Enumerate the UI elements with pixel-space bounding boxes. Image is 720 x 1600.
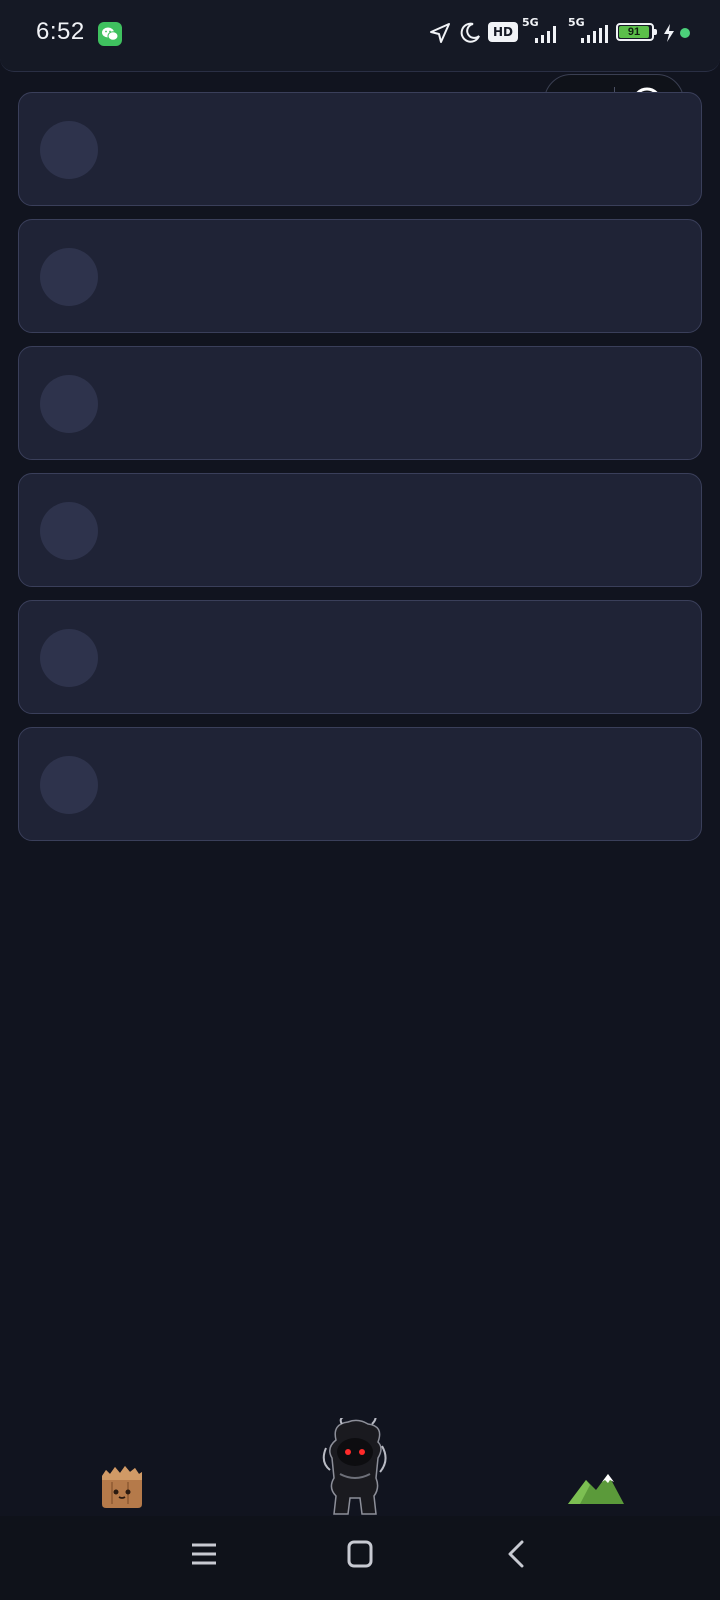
tab-discover[interactable] bbox=[566, 1468, 626, 1508]
avatar-placeholder bbox=[40, 121, 98, 179]
shadow-character-icon bbox=[322, 1413, 387, 1515]
status-time: 6:52 bbox=[36, 18, 85, 45]
skeleton-card[interactable] bbox=[18, 727, 702, 841]
tree-stump-mascot-icon bbox=[102, 1466, 142, 1508]
signal-icon bbox=[581, 25, 608, 43]
avatar-placeholder bbox=[40, 756, 98, 814]
tab-home[interactable] bbox=[98, 1464, 146, 1510]
status-bar: 6:52 HD 5G 5G 91 bbox=[0, 0, 720, 72]
skeleton-card[interactable] bbox=[18, 473, 702, 587]
status-icons: HD 5G 5G 91 bbox=[428, 16, 698, 48]
charging-dot bbox=[680, 28, 690, 38]
avatar-placeholder bbox=[40, 375, 98, 433]
moon-icon bbox=[460, 22, 480, 43]
home-button[interactable] bbox=[330, 1534, 390, 1574]
green-mountain-icon bbox=[568, 1474, 624, 1504]
menu-lines-icon bbox=[192, 1543, 216, 1565]
card-list bbox=[18, 92, 702, 854]
home-square-icon bbox=[347, 1540, 373, 1568]
back-button[interactable] bbox=[486, 1534, 546, 1574]
location-arrow-icon bbox=[430, 23, 450, 43]
back-chevron-icon bbox=[508, 1540, 524, 1568]
skeleton-card[interactable] bbox=[18, 600, 702, 714]
avatar-placeholder bbox=[40, 502, 98, 560]
skeleton-card[interactable] bbox=[18, 346, 702, 460]
hd-voice-badge: HD bbox=[488, 22, 518, 42]
avatar-placeholder bbox=[40, 248, 98, 306]
skeleton-card[interactable] bbox=[18, 219, 702, 333]
battery-level: 91 bbox=[619, 26, 649, 38]
recent-apps-button[interactable] bbox=[174, 1534, 234, 1574]
skeleton-card[interactable] bbox=[18, 92, 702, 206]
wechat-icon bbox=[98, 22, 122, 46]
tab-character[interactable] bbox=[318, 1413, 392, 1518]
avatar-placeholder bbox=[40, 629, 98, 687]
signal-icon bbox=[535, 26, 556, 43]
charging-bolt-icon bbox=[664, 24, 674, 42]
battery-indicator: 91 bbox=[616, 23, 657, 41]
system-navigation-bar bbox=[0, 1516, 720, 1600]
